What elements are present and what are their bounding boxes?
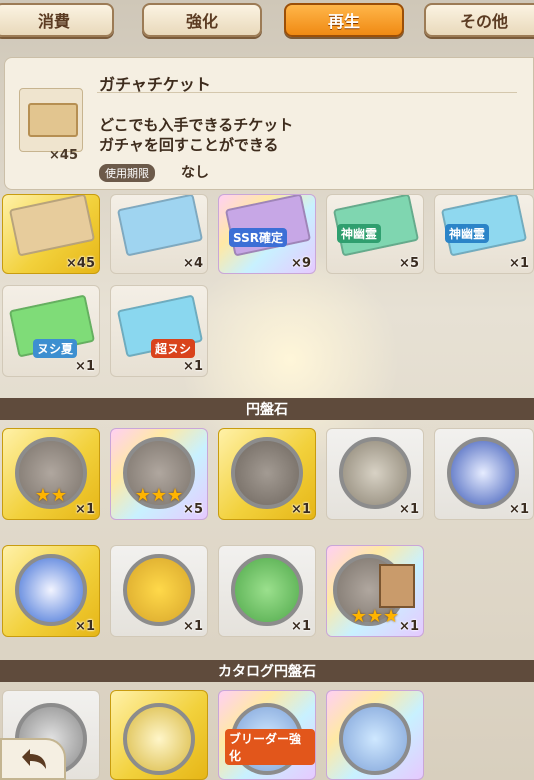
- item-count: ×1: [75, 619, 95, 634]
- item-ticket-kami-blue[interactable]: 神幽霊 ×1: [434, 194, 534, 274]
- item-stone-2star[interactable]: ★★ ×1: [2, 428, 100, 520]
- disc-stone-icon: [231, 437, 303, 509]
- catalog-label: ブリーダー強化: [225, 729, 315, 765]
- box-icon: [379, 564, 415, 608]
- item-catalog-2[interactable]: [110, 690, 208, 780]
- detail-description-line1: どこでも入手できるチケット: [99, 116, 294, 134]
- item-count: ×5: [399, 256, 419, 271]
- item-stone-golem[interactable]: ×1: [326, 428, 424, 520]
- eye-monster-disc-icon: [123, 554, 195, 626]
- item-stone-blue-monster[interactable]: ×1: [434, 428, 534, 520]
- item-count: ×1: [183, 619, 203, 634]
- expiry-value: なし: [181, 165, 209, 181]
- back-button[interactable]: [0, 738, 66, 780]
- item-count: ×4: [183, 256, 203, 271]
- tab-consume[interactable]: 消費: [0, 3, 114, 37]
- catalog-disc-icon: [339, 703, 411, 775]
- section-header-catalog-disc-stone: カタログ円盤石: [0, 660, 534, 682]
- item-ticket-blue[interactable]: ×4: [110, 194, 208, 274]
- item-stone-3star-special[interactable]: ★★★ ×1: [326, 545, 424, 637]
- item-count: ×5: [183, 502, 203, 517]
- tab-regenerate[interactable]: 再生: [284, 3, 404, 37]
- tab-bar: 消費 強化 再生 その他: [0, 0, 534, 44]
- item-stone-blue-beast[interactable]: ×1: [2, 545, 100, 637]
- ticket-label: 超ヌシ: [151, 339, 196, 358]
- item-stone-eye-monster[interactable]: ×1: [110, 545, 208, 637]
- item-stone-plain[interactable]: ×1: [218, 428, 316, 520]
- blue-ticket-icon: [116, 195, 204, 257]
- item-count: ×1: [399, 502, 419, 517]
- detail-description-line2: ガチャを回すことができる: [99, 136, 279, 154]
- ssr-ticket-icon: [224, 195, 312, 257]
- green-monster-disc-icon: [231, 554, 303, 626]
- item-stone-3star[interactable]: ★★★ ×5: [110, 428, 208, 520]
- monster-disc-icon: [15, 554, 87, 626]
- monster-disc-icon: [447, 437, 519, 509]
- item-count: ×45: [66, 256, 95, 271]
- ticket-label: ヌシ夏: [33, 339, 78, 358]
- ticket-thumbnail: [19, 88, 83, 152]
- item-count: ×9: [291, 256, 311, 271]
- item-count: ×1: [183, 359, 203, 374]
- detail-count: ×45: [49, 148, 78, 163]
- item-count: ×1: [291, 502, 311, 517]
- catalog-disc-icon: [123, 703, 195, 775]
- gacha-ticket-icon: [8, 195, 96, 257]
- ssr-label: SSR確定: [229, 228, 287, 247]
- item-count: ×1: [75, 502, 95, 517]
- item-catalog-breeder[interactable]: ブリーダー強化: [218, 690, 316, 780]
- item-count: ×1: [509, 502, 529, 517]
- detail-divider: [97, 92, 517, 93]
- item-ticket-kami-green[interactable]: 神幽霊 ×5: [326, 194, 424, 274]
- item-count: ×1: [509, 256, 529, 271]
- back-arrow-icon: [22, 749, 46, 769]
- ticket-label: 神幽霊: [337, 224, 382, 243]
- item-count: ×1: [399, 619, 419, 634]
- item-ticket-nushi-summer[interactable]: ヌシ夏 ×1: [2, 285, 100, 377]
- tab-other[interactable]: その他: [424, 3, 534, 37]
- section-header-disc-stone: 円盤石: [0, 398, 534, 420]
- tab-enhance[interactable]: 強化: [142, 3, 262, 37]
- ticket-label: 神幽霊: [445, 224, 490, 243]
- item-count: ×1: [75, 359, 95, 374]
- item-ticket-super-nushi[interactable]: 超ヌシ ×1: [110, 285, 208, 377]
- item-count: ×1: [291, 619, 311, 634]
- item-detail-panel: ×45 ガチャチケット どこでも入手できるチケット ガチャを回すことができる 使…: [4, 57, 534, 190]
- golem-disc-icon: [339, 437, 411, 509]
- item-ticket-gacha[interactable]: ×45: [2, 194, 100, 274]
- item-stone-green-monster[interactable]: ×1: [218, 545, 316, 637]
- item-ticket-ssr[interactable]: SSR確定 ×9: [218, 194, 316, 274]
- expiry-label-badge: 使用期限: [99, 164, 155, 182]
- item-catalog-4[interactable]: [326, 690, 424, 780]
